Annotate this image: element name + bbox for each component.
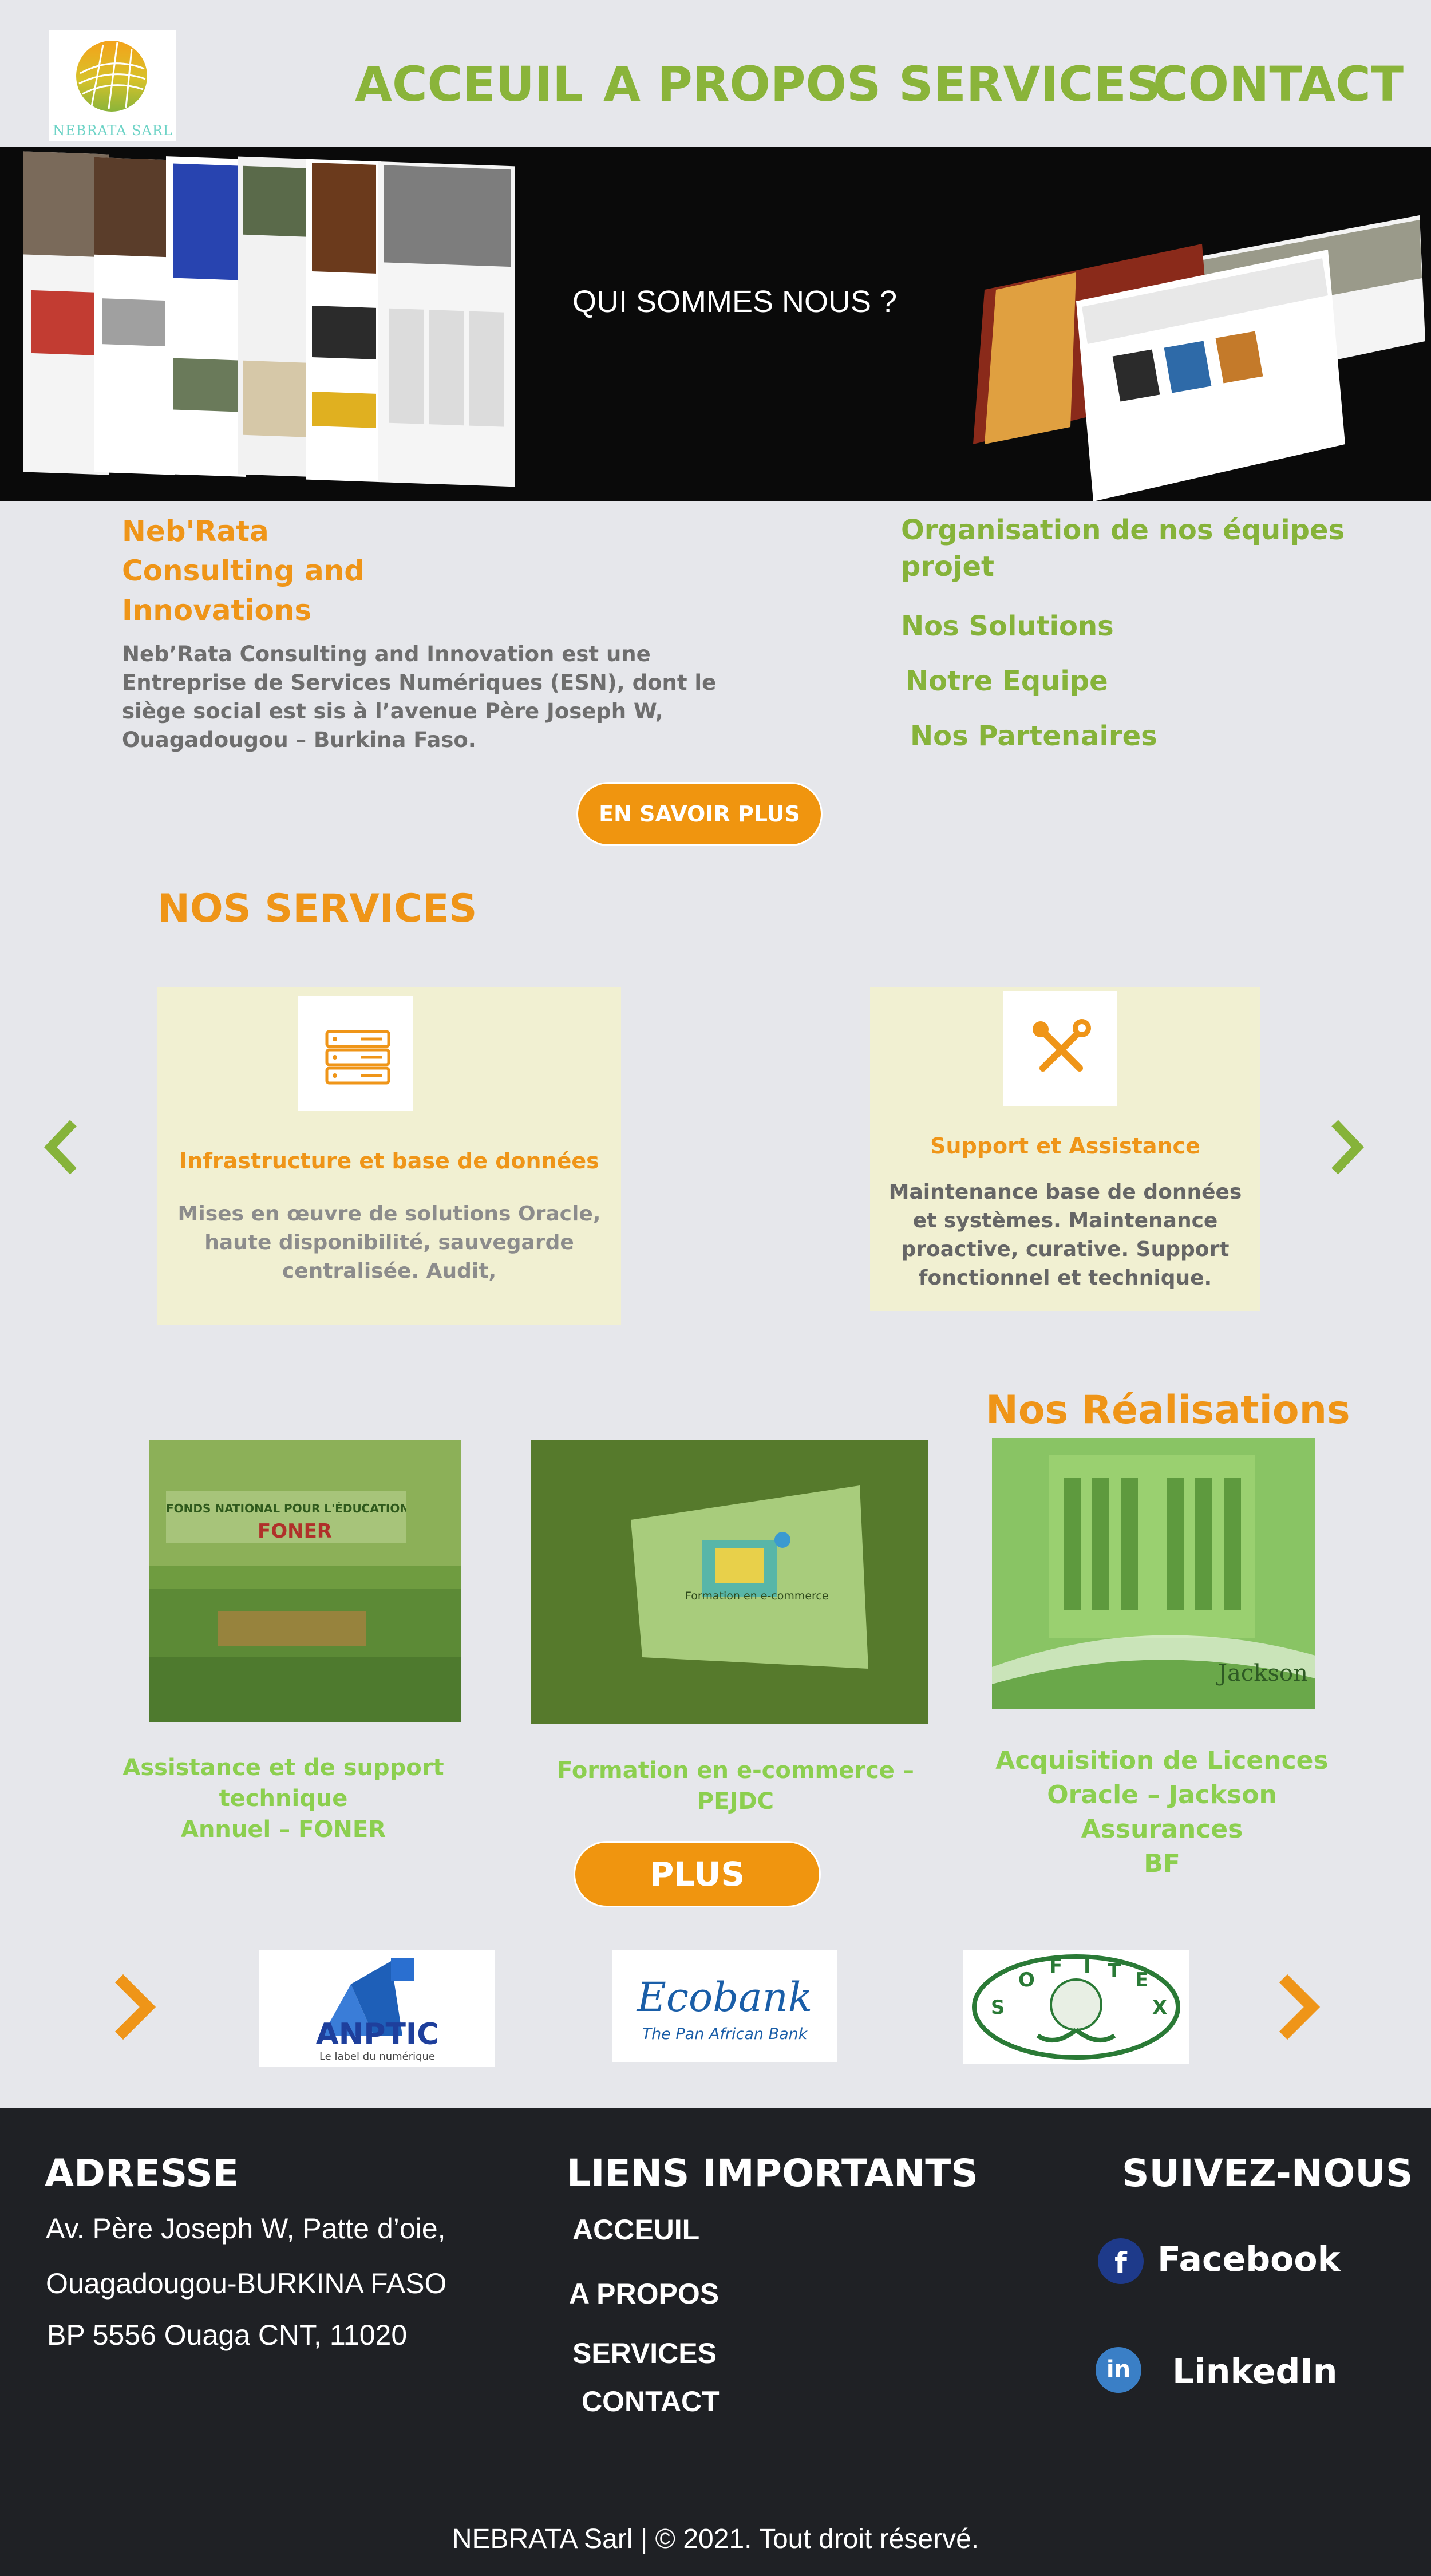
footer-link-a-propos[interactable]: A PROPOS: [569, 2277, 719, 2310]
realisations-heading: Nos Réalisations: [986, 1388, 1350, 1433]
service-card-title: Infrastructure et base de données: [179, 1148, 599, 1174]
footer-address-line: Ouagadougou-BURKINA FASO: [46, 2267, 447, 2300]
svg-text:O: O: [1018, 1969, 1035, 1992]
service-card-text: Maintenance base de données et systèmes.…: [888, 1180, 1242, 1290]
hero-banner: QUI SOMMES NOUS ?: [0, 147, 1431, 501]
footer-links-heading: LIENS IMPORTANTS: [567, 2151, 978, 2195]
site-logo[interactable]: NEBRATA SARL: [49, 30, 176, 141]
svg-text:E: E: [1135, 1969, 1148, 1992]
chevron-left-icon[interactable]: [40, 1119, 86, 1176]
partners-chevron-left-icon[interactable]: [108, 1973, 159, 2041]
svg-text:F: F: [1049, 1955, 1062, 1978]
link-nos-solutions[interactable]: Nos Solutions: [901, 610, 1114, 642]
partner-logo-sofitex[interactable]: SOF ITEX: [963, 1950, 1189, 2064]
partner-logo-anptic[interactable]: ANPTIC Le label du numérique: [259, 1950, 495, 2067]
footer-address-heading: ADRESSE: [45, 2151, 239, 2195]
service-card-support[interactable]: Support et Assistance Maintenance base d…: [870, 987, 1260, 1311]
sofitex-emblem: SOF I T EX: [972, 1954, 1180, 2060]
facebook-link[interactable]: Facebook: [1157, 2239, 1341, 2279]
realisation-caption-ecommerce[interactable]: Formation en e-commerce – PEJDC: [515, 1755, 956, 1817]
realisation-caption-foner[interactable]: Assistance et de support technique Annue…: [74, 1752, 492, 1845]
service-card-infrastructure[interactable]: Infrastructure et base de données Mises …: [157, 987, 621, 1325]
website-screenshots-right: [973, 215, 1425, 501]
svg-text:T: T: [1108, 1959, 1121, 1982]
service-card-text: Mises en œuvre de solutions Oracle, haut…: [177, 1202, 601, 1283]
realisation-photo-jackson[interactable]: Jackson: [992, 1438, 1315, 1709]
website-screenshots-left: [23, 151, 515, 487]
anptic-logo-text: ANPTIC: [315, 2017, 439, 2052]
company-description: Neb’Rata Consulting and Innovation est u…: [122, 642, 717, 752]
nav-services[interactable]: SERVICES: [899, 56, 1161, 112]
nav-acceuil[interactable]: ACCEUIL: [355, 56, 583, 112]
ecobank-logo-text: Ecobank: [637, 1974, 813, 2021]
svg-text:I: I: [1084, 1955, 1091, 1978]
nav-a-propos[interactable]: A PROPOS: [603, 56, 881, 112]
realisation-photo-ecommerce[interactable]: Formation en e-commerce: [531, 1440, 928, 1724]
footer-social-heading: SUIVEZ-NOUS: [1122, 2151, 1413, 2195]
hero-title: QUI SOMMES NOUS ?: [572, 285, 898, 319]
company-title: Neb'Rata Consulting and Innovations: [122, 515, 365, 627]
realisation-caption-jackson[interactable]: Acquisition de Licences Oracle – Jackson…: [973, 1744, 1351, 1881]
footer-copyright: NEBRATA Sarl | © 2021. Tout droit réserv…: [452, 2524, 979, 2554]
link-organisation[interactable]: Organisation de nos équipes projet: [901, 512, 1345, 585]
tools-icon: [1003, 991, 1117, 1106]
partners-chevron-right-icon[interactable]: [1272, 1973, 1323, 2041]
logo-text: NEBRATA SARL: [53, 123, 173, 139]
link-nos-partenaires[interactable]: Nos Partenaires: [910, 720, 1157, 752]
chevron-right-icon[interactable]: [1322, 1119, 1368, 1176]
facebook-icon[interactable]: f: [1098, 2238, 1144, 2284]
footer-address-line: BP 5556 Ouaga CNT, 11020: [47, 2319, 408, 2351]
server-icon: [298, 996, 413, 1111]
services-heading: NOS SERVICES: [157, 886, 477, 931]
footer-link-acceuil[interactable]: ACCEUIL: [572, 2213, 699, 2246]
plus-button[interactable]: PLUS: [574, 1841, 821, 1907]
foner-sign-title: FONER: [258, 1520, 332, 1543]
anptic-tagline: Le label du numérique: [319, 2050, 436, 2063]
service-card-title: Support et Assistance: [930, 1133, 1200, 1159]
sun-logo-icon: [76, 41, 147, 112]
svg-text:X: X: [1152, 1996, 1167, 2019]
en-savoir-plus-button[interactable]: EN SAVOIR PLUS: [576, 782, 823, 846]
footer-link-services[interactable]: SERVICES: [572, 2337, 717, 2370]
realisation-photo-foner[interactable]: FONDS NATIONAL POUR L'ÉDUCATION ET LA RE…: [149, 1440, 461, 1722]
jackson-sign-text: Jackson: [1218, 1660, 1308, 1686]
svg-text:S: S: [991, 1996, 1005, 2019]
footer-link-contact[interactable]: CONTACT: [582, 2385, 720, 2418]
partner-logo-ecobank[interactable]: Ecobank The Pan African Bank: [612, 1950, 837, 2062]
linkedin-link[interactable]: LinkedIn: [1172, 2352, 1338, 2392]
ecommerce-slide-text: Formation en e-commerce: [685, 1590, 829, 1602]
linkedin-icon[interactable]: in: [1096, 2347, 1141, 2393]
footer-address-line: Av. Père Joseph W, Patte d’oie,: [46, 2212, 446, 2245]
ecobank-tagline: The Pan African Bank: [642, 2025, 808, 2043]
foner-sign-text: FONDS NATIONAL POUR L'ÉDUCATION ET LA RE…: [166, 1502, 406, 1515]
link-notre-equipe[interactable]: Notre Equipe: [906, 665, 1108, 697]
nav-contact[interactable]: CONTACT: [1153, 56, 1404, 112]
